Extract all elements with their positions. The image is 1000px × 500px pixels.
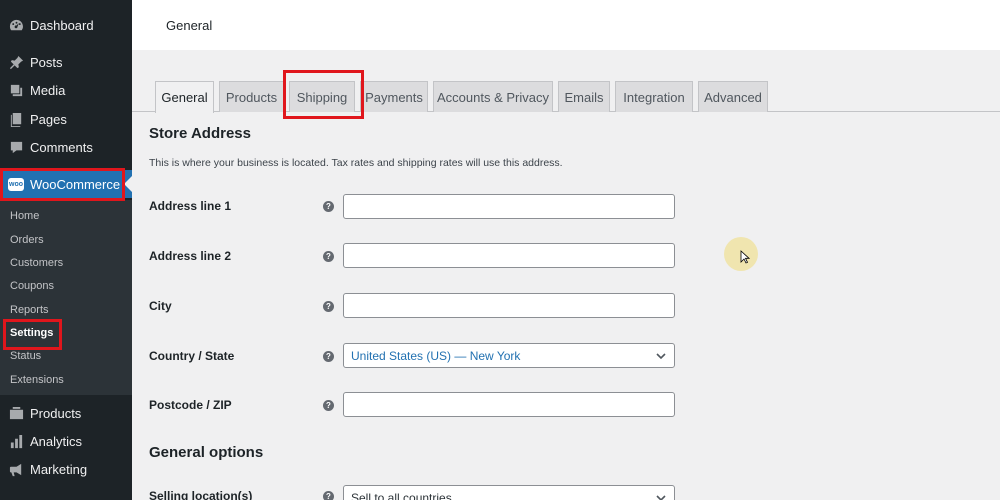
- address2-label: Address line 2: [149, 249, 232, 263]
- tab-shipping[interactable]: Shipping: [289, 81, 355, 112]
- submenu-extensions[interactable]: Extensions: [10, 374, 64, 386]
- country-state-value: United States (US) — New York: [351, 348, 521, 363]
- pin-icon: [8, 54, 24, 70]
- megaphone-icon: [8, 461, 24, 477]
- tab-products[interactable]: Products: [219, 81, 284, 112]
- menu-label: Analytics: [30, 433, 83, 449]
- menu-label: Products: [30, 405, 82, 421]
- country-state-select[interactable]: United States (US) — New York: [343, 343, 675, 368]
- menu-label: Posts: [30, 54, 63, 70]
- postcode-input[interactable]: [343, 392, 675, 417]
- submenu-status[interactable]: Status: [10, 350, 41, 362]
- menu-item-posts[interactable]: Posts: [0, 48, 132, 76]
- tab-advanced[interactable]: Advanced: [698, 81, 768, 112]
- country-state-label: Country / State: [149, 349, 235, 363]
- chevron-down-icon: [656, 353, 666, 360]
- selling-location-value: Sell to all countries: [351, 490, 452, 500]
- comment-icon: [8, 139, 24, 155]
- menu-item-comments[interactable]: Comments: [0, 133, 132, 161]
- media-icon: [8, 82, 24, 98]
- tab-emails[interactable]: Emails: [558, 81, 610, 112]
- woocommerce-submenu: Home Orders Customers Coupons Reports Se…: [0, 200, 132, 395]
- address1-input[interactable]: [343, 194, 675, 219]
- submenu-coupons[interactable]: Coupons: [10, 280, 54, 292]
- menu-label: Marketing: [30, 461, 88, 477]
- menu-label: WooCommerce: [30, 176, 121, 192]
- submenu-reports[interactable]: Reports: [10, 304, 49, 316]
- help-icon[interactable]: ?: [323, 301, 334, 312]
- submenu-settings[interactable]: Settings: [10, 327, 53, 339]
- submenu-home[interactable]: Home: [10, 210, 39, 222]
- selling-location-label: Selling location(s): [149, 489, 253, 500]
- page-header: General: [132, 0, 1000, 50]
- help-icon[interactable]: ?: [323, 400, 334, 411]
- tab-general[interactable]: General: [155, 81, 214, 113]
- menu-item-pages[interactable]: Pages: [0, 105, 132, 133]
- pages-icon: [8, 111, 24, 127]
- tab-accounts-privacy[interactable]: Accounts & Privacy: [433, 81, 553, 112]
- menu-item-products[interactable]: Products: [0, 399, 132, 427]
- address1-label: Address line 1: [149, 199, 232, 213]
- selling-location-select[interactable]: Sell to all countries: [343, 485, 675, 500]
- postcode-label: Postcode / ZIP: [149, 398, 232, 412]
- menu-item-analytics[interactable]: Analytics: [0, 427, 132, 455]
- mouse-pointer-icon: [740, 250, 750, 264]
- menu-item-marketing[interactable]: Marketing: [0, 455, 132, 483]
- city-input[interactable]: [343, 293, 675, 318]
- menu-item-dashboard[interactable]: Dashboard: [0, 11, 132, 39]
- store-address-description: This is where your business is located. …: [149, 157, 563, 169]
- help-icon[interactable]: ?: [323, 251, 334, 262]
- menu-item-woocommerce[interactable]: woo WooCommerce: [0, 170, 132, 198]
- products-icon: [8, 405, 24, 421]
- address2-input[interactable]: [343, 243, 675, 268]
- store-address-title: Store Address: [149, 125, 251, 142]
- menu-label: Pages: [30, 111, 67, 127]
- admin-sidebar: Dashboard Posts Media Pages Comments woo…: [0, 0, 132, 500]
- city-label: City: [149, 299, 172, 313]
- chevron-down-icon: [656, 495, 666, 500]
- help-icon[interactable]: ?: [323, 201, 334, 212]
- tab-integration[interactable]: Integration: [615, 81, 693, 112]
- help-icon[interactable]: ?: [323, 491, 334, 500]
- submenu-customers[interactable]: Customers: [10, 257, 63, 269]
- analytics-icon: [8, 433, 24, 449]
- woocommerce-icon: woo: [8, 176, 24, 192]
- dashboard-icon: [8, 17, 24, 33]
- tab-payments[interactable]: Payments: [360, 81, 428, 112]
- help-icon[interactable]: ?: [323, 351, 334, 362]
- general-options-title: General options: [149, 444, 264, 461]
- menu-label: Dashboard: [30, 17, 94, 33]
- page-title: General: [166, 18, 213, 33]
- menu-item-media[interactable]: Media: [0, 76, 132, 104]
- submenu-orders[interactable]: Orders: [10, 234, 44, 246]
- menu-label: Media: [30, 82, 66, 98]
- menu-label: Comments: [30, 139, 93, 155]
